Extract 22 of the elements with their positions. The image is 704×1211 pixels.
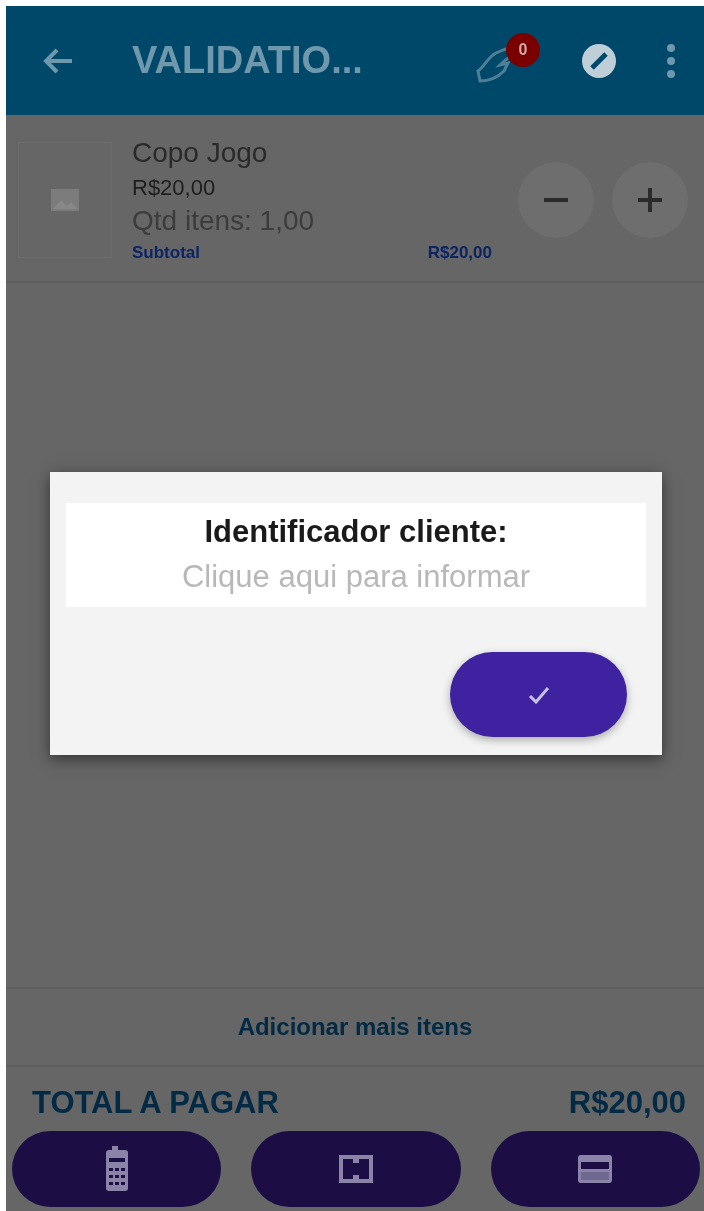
item-price: R$20,00 — [132, 175, 217, 201]
check-icon — [527, 685, 550, 704]
hand-icon-button[interactable]: 0 — [470, 29, 550, 92]
customer-id-input[interactable]: Clique aqui para informar — [64, 558, 648, 596]
image-icon — [50, 188, 80, 212]
more-vertical-icon — [666, 42, 676, 79]
card-terminal-icon — [104, 1146, 129, 1192]
cash-icon — [338, 1154, 374, 1184]
item-name: Copo Jogo — [132, 137, 269, 169]
field-label: Identificador cliente: — [204, 514, 508, 550]
back-arrow-icon — [42, 46, 74, 75]
total-value: R$20,00 — [568, 1085, 686, 1121]
credit-card-icon — [577, 1154, 614, 1184]
customer-id-field[interactable]: Identificador cliente: Clique aqui para informar — [66, 503, 646, 607]
total-label: TOTAL A PAGAR — [32, 1085, 279, 1121]
minus-icon — [544, 198, 568, 202]
count-badge: 0 — [506, 33, 540, 67]
plus-icon — [638, 188, 662, 212]
subtotal-label: Subtotal — [132, 243, 200, 263]
subtotal-value: R$20,00 — [427, 243, 492, 263]
confirm-button[interactable] — [450, 652, 627, 737]
screen-title: VALIDATIO... — [132, 39, 364, 82]
